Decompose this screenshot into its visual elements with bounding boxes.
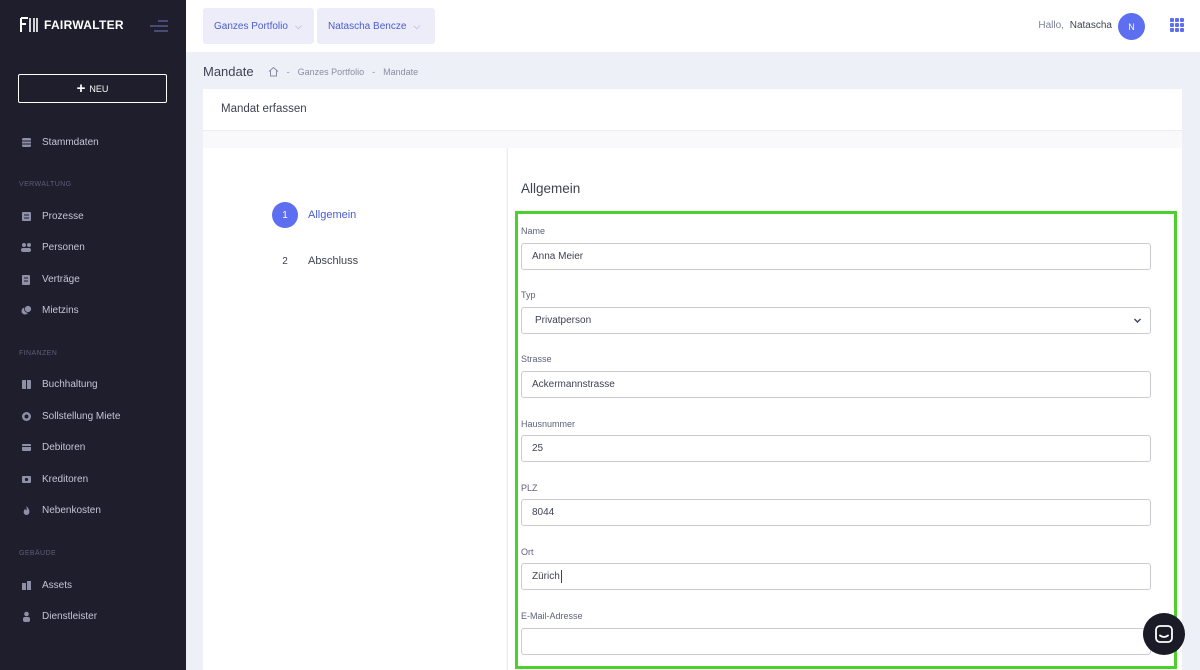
new-button[interactable]: + NEU [18,74,167,103]
coins-icon [20,304,32,316]
step-label: Allgemein [308,209,357,221]
avatar[interactable]: N [1118,13,1145,40]
email-label: E-Mail-Adresse [521,611,583,621]
step-abschluss[interactable]: 2 Abschluss [272,248,358,274]
top-header: Ganzes Portfolio ⌵ Natascha Bencze ⌵ Hal… [186,0,1200,52]
sidebar-item-debitoren[interactable]: Debitoren [20,441,85,453]
sidebar: FAIRWALTER + NEU Stammdaten VERWALTUNG P… [0,0,186,670]
sidebar-item-label: Verträge [42,273,80,285]
sidebar-item-kreditoren[interactable]: Kreditoren [20,473,88,485]
sidebar-item-dienstleister[interactable]: Dienstleister [20,610,97,622]
page-title: Mandate [203,64,254,79]
ledger-icon [20,378,32,390]
plz-value: 8044 [532,507,555,518]
step-allgemein[interactable]: 1 Allgemein [272,202,356,228]
section-title-gebaeude: GEBÄUDE [19,550,57,557]
sidebar-item-label: Kreditoren [42,473,89,485]
fire-icon [20,504,32,516]
sidebar-item-personen[interactable]: Personen [20,241,85,253]
sidebar-item-label: Assets [42,579,73,591]
section-title: Allgemein [521,181,581,196]
breadcrumb-separator: - [286,66,290,77]
brand-logo[interactable]: FAIRWALTER [20,17,124,33]
typ-label: Typ [521,290,536,300]
sidebar-item-label: Buchhaltung [42,378,98,390]
name-value: Anna Meier [532,251,584,262]
hausnummer-label: Hausnummer [521,419,576,429]
sidebar-item-label: Prozesse [42,210,84,222]
sidebar-item-sollstellung-miete[interactable]: Sollstellung Miete [20,410,120,422]
typ-select[interactable]: Privatperson [521,307,1151,334]
database-icon [20,136,32,148]
greeting: Hallo, Natascha [1038,20,1112,31]
plus-icon: + [76,79,86,97]
hausnummer-value: 25 [532,443,544,454]
wizard-steps: 1 Allgemein 2 Abschluss [203,148,506,670]
home-icon[interactable] [268,66,279,77]
strasse-label: Strasse [521,354,552,364]
chat-launcher-button[interactable] [1143,613,1185,655]
step-number: 1 [272,202,298,228]
card-title: Mandat erfassen [203,89,1182,131]
breadcrumb: Mandate - Ganzes Portfolio - Mandate [203,64,418,79]
sidebar-item-label: Nebenkosten [42,504,101,516]
sidebar-item-label: Personen [42,241,85,253]
ort-field[interactable]: Zürich [521,563,1151,590]
sidebar-item-label: Sollstellung Miete [42,410,121,422]
portfolio-dropdown[interactable]: Ganzes Portfolio ⌵ [203,8,314,44]
chevron-down-icon [1134,318,1141,323]
sidebar-item-vertraege[interactable]: Verträge [20,273,80,285]
apps-grid-icon[interactable] [1170,18,1184,32]
list-icon [20,210,32,222]
sidebar-item-mietzins[interactable]: Mietzins [20,304,79,316]
section-title-verwaltung: VERWALTUNG [19,181,72,188]
plz-label: PLZ [521,483,538,493]
user-dropdown-label: Natascha Bencze [328,20,407,32]
typ-selected-value: Privatperson [535,315,592,326]
sidebar-item-buchhaltung[interactable]: Buchhaltung [20,378,98,390]
sidebar-item-label: Stammdaten [42,136,99,148]
receivables-icon [20,410,32,422]
plz-field[interactable]: 8044 [521,499,1151,526]
user-dropdown[interactable]: Natascha Bencze ⌵ [317,8,435,44]
brand-name: FAIRWALTER [44,18,124,32]
strasse-field[interactable]: Ackermannstrasse [521,371,1151,398]
buildings-icon [20,579,32,591]
fairwalter-logo-icon [20,17,38,33]
people-icon [20,241,32,253]
greeting-text: Hallo, [1038,20,1064,31]
chat-icon [1155,625,1173,643]
sidebar-item-assets[interactable]: Assets [20,579,72,591]
name-field[interactable]: Anna Meier [521,243,1151,270]
hausnummer-field[interactable]: 25 [521,435,1151,462]
chevron-down-icon: ⌵ [413,20,421,31]
portfolio-dropdown-label: Ganzes Portfolio [214,20,288,32]
sidebar-item-prozesse[interactable]: Prozesse [20,210,84,222]
breadcrumb-separator: - [372,66,376,77]
ort-label: Ort [521,547,534,557]
sidebar-item-stammdaten[interactable]: Stammdaten [20,136,99,148]
contract-icon [20,273,32,285]
name-label: Name [521,226,546,236]
ort-value: Zürich [532,571,560,582]
section-title-finanzen: FINANZEN [19,350,58,357]
debtors-icon [20,441,32,453]
sidebar-item-nebenkosten[interactable]: Nebenkosten [20,504,101,516]
strasse-value: Ackermannstrasse [532,379,615,390]
service-person-icon [20,610,32,622]
sidebar-item-label: Debitoren [42,441,86,453]
new-button-label: NEU [89,83,109,94]
breadcrumb-item-portfolio[interactable]: Ganzes Portfolio [298,67,365,77]
step-number: 2 [282,255,288,267]
breadcrumb-item-mandate[interactable]: Mandate [383,67,418,77]
creditors-icon [20,473,32,485]
user-name: Natascha [1069,20,1112,31]
sidebar-item-label: Mietzins [42,304,79,316]
text-cursor [560,570,562,583]
sidebar-item-label: Dienstleister [42,610,98,622]
step-label: Abschluss [308,255,359,267]
sidebar-toggle-icon[interactable] [150,19,168,33]
email-field[interactable] [521,628,1151,655]
chevron-down-icon: ⌵ [294,20,302,31]
